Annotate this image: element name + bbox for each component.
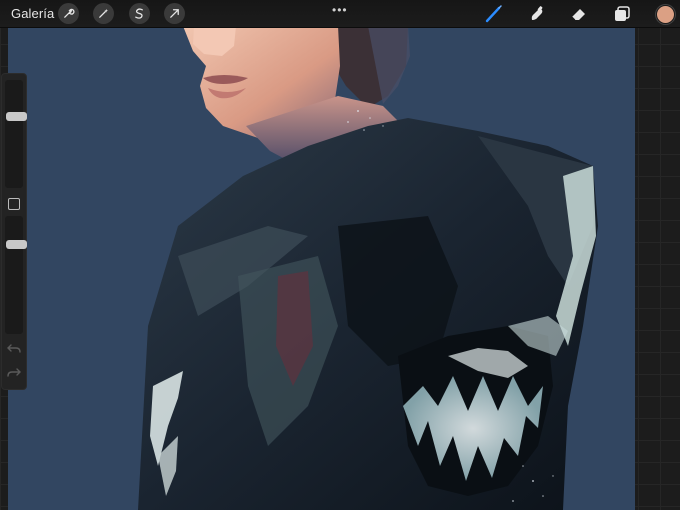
redo-icon[interactable] [7,366,21,378]
brush-icon[interactable] [484,4,504,24]
color-picker-button[interactable] [656,5,675,24]
more-options-icon[interactable]: ••• [332,3,348,17]
drawing-canvas[interactable] [8,26,635,510]
selection-s-icon [135,8,143,19]
top-toolbar: Galería ••• [0,0,680,28]
brush-size-slider[interactable] [5,80,27,188]
wrench-icon [64,8,75,18]
undo-icon[interactable] [7,342,21,354]
eraser-icon[interactable] [569,4,589,24]
artwork [138,26,598,510]
actions-button[interactable] [58,3,79,24]
left-sidebar [1,73,27,390]
transform-arrow-icon [170,9,179,18]
brush-size-thumb[interactable] [6,112,27,121]
modify-button[interactable] [8,198,20,210]
opacity-thumb[interactable] [6,240,27,249]
magic-wand-icon [99,8,109,18]
transform-button[interactable] [164,3,185,24]
selection-button[interactable] [129,3,150,24]
opacity-slider[interactable] [5,216,27,334]
smudge-icon[interactable] [527,4,547,24]
adjustments-button[interactable] [93,3,114,24]
gallery-button[interactable]: Galería [11,6,54,21]
layers-icon[interactable] [612,4,632,24]
